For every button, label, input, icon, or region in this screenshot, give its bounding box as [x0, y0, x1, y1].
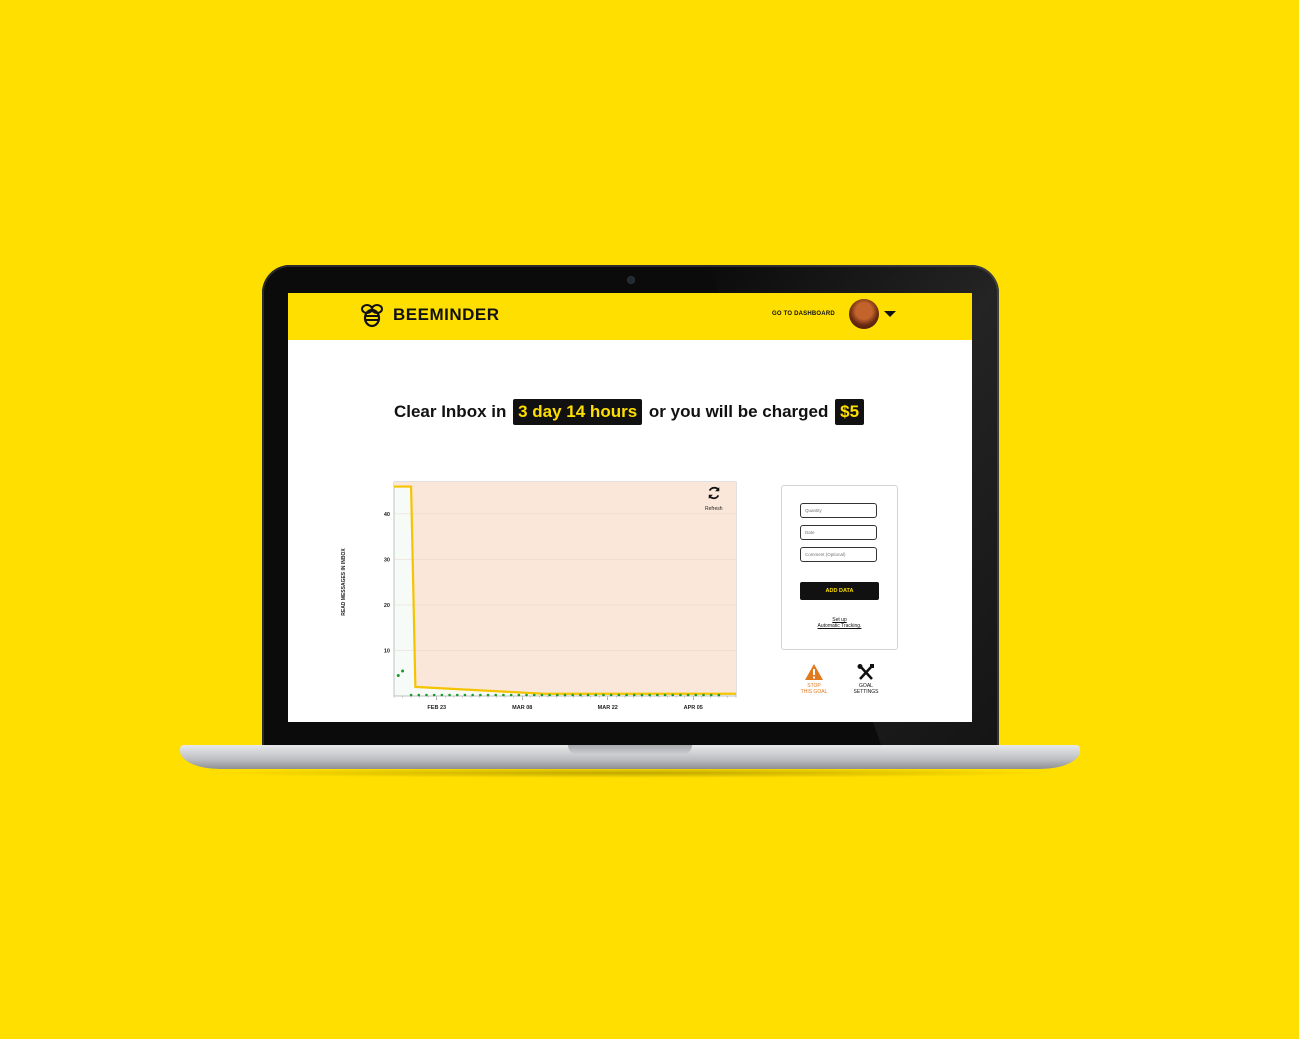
datapoint — [571, 693, 574, 697]
settings-label-line2: SETTINGS — [853, 689, 879, 695]
goal-settings-button[interactable]: GOAL SETTINGS — [844, 664, 888, 695]
datapoint — [509, 693, 513, 697]
auto-tracking-line2: Automatic Tracking. — [817, 623, 862, 629]
x-tick-label: MAR 08 — [512, 705, 532, 711]
y-axis-label: READ MESSAGES IN INBOX — [340, 548, 347, 616]
automatic-tracking-link[interactable]: Set up Automatic Tracking. — [782, 617, 897, 629]
datapoint — [594, 693, 598, 697]
x-tick-label: APR 05 — [684, 705, 703, 711]
goal-headline: Clear Inbox in 3 day 14 hours or you wil… — [288, 399, 972, 425]
datapoint — [656, 693, 659, 697]
quantity-input[interactable] — [800, 503, 877, 518]
datapoint — [556, 693, 559, 697]
data-entry-card: ADD DATA Set up Automatic Tracking. — [781, 485, 898, 650]
datapoint — [625, 693, 628, 697]
y-tick-label: 20 — [384, 603, 390, 609]
comment-input[interactable] — [800, 547, 877, 562]
laptop-notch — [568, 745, 692, 755]
datapoint — [709, 693, 713, 697]
datapoint — [494, 693, 498, 697]
chevron-down-icon[interactable] — [884, 311, 896, 317]
datapoint — [517, 693, 521, 697]
datapoint — [686, 693, 690, 697]
add-data-button[interactable]: ADD DATA — [800, 582, 879, 600]
datapoint — [694, 693, 698, 697]
datapoint — [440, 693, 444, 697]
datapoint — [579, 693, 582, 697]
datapoint — [486, 693, 490, 697]
x-tick-label: FEB 23 — [427, 705, 446, 711]
stop-goal-button[interactable]: STOP THIS GOAL — [792, 664, 836, 695]
brand-logo[interactable]: BEEMINDER — [359, 302, 500, 328]
datapoint — [679, 693, 682, 697]
pledge-amount-badge: $5 — [835, 399, 865, 425]
laptop-shadow — [200, 768, 1060, 778]
datapoint — [602, 693, 605, 697]
top-nav: BEEMINDER GO TO DASHBOARD — [288, 293, 972, 340]
datapoint — [671, 693, 675, 697]
datapoint — [417, 693, 421, 697]
screen: BEEMINDER GO TO DASHBOARD Clear Inbox in… — [288, 293, 972, 722]
datapoint — [502, 693, 505, 697]
datapoint — [463, 693, 467, 697]
y-tick-label: 40 — [384, 512, 390, 518]
refresh-icon — [708, 486, 720, 500]
datapoint — [448, 693, 451, 697]
time-left-badge: 3 day 14 hours — [513, 399, 643, 425]
datapoint — [432, 693, 436, 697]
go-to-dashboard-link[interactable]: GO TO DASHBOARD — [772, 311, 835, 317]
y-tick-label: 30 — [384, 557, 390, 563]
datapoint — [586, 693, 590, 697]
user-avatar[interactable] — [849, 299, 879, 329]
headline-middle: or you will be charged — [648, 402, 829, 421]
datapoint — [609, 693, 613, 697]
chart-svg: 10 20 30 40 FEB 23 MAR 08 MAR 22 APR 05 — [384, 481, 737, 711]
headline-prefix: Clear Inbox in — [393, 402, 507, 421]
stop-label-line2: THIS GOAL — [800, 689, 828, 695]
datapoint — [717, 693, 721, 697]
datapoint — [632, 693, 636, 697]
datapoint — [396, 674, 400, 678]
datapoint — [540, 693, 544, 697]
datapoint — [548, 693, 551, 697]
refresh-button[interactable]: Refresh — [705, 486, 723, 512]
datapoint — [471, 693, 474, 697]
y-tick-label: 10 — [384, 648, 390, 654]
goal-chart: READ MESSAGES IN INBOX 10 20 30 40 FEB 23 MAR… — [341, 479, 742, 715]
datapoint — [702, 693, 705, 697]
datapoint — [648, 693, 651, 697]
x-tick-label: MAR 22 — [598, 705, 618, 711]
bee-icon — [361, 304, 383, 328]
datapoint — [479, 693, 482, 697]
datapoint — [455, 693, 459, 697]
date-input[interactable] — [800, 525, 877, 540]
datapoint — [663, 693, 667, 697]
refresh-label: Refresh — [705, 506, 723, 512]
datapoint — [563, 693, 567, 697]
brand-name: BEEMINDER — [393, 305, 500, 324]
datapoint — [425, 693, 428, 697]
tools-icon — [857, 664, 874, 680]
datapoint — [401, 669, 405, 673]
datapoint — [532, 693, 536, 697]
datapoint — [525, 693, 528, 697]
datapoint — [617, 693, 621, 697]
datapoint — [640, 693, 644, 697]
warning-icon — [805, 664, 823, 680]
datapoint — [409, 693, 413, 697]
camera — [627, 276, 635, 284]
